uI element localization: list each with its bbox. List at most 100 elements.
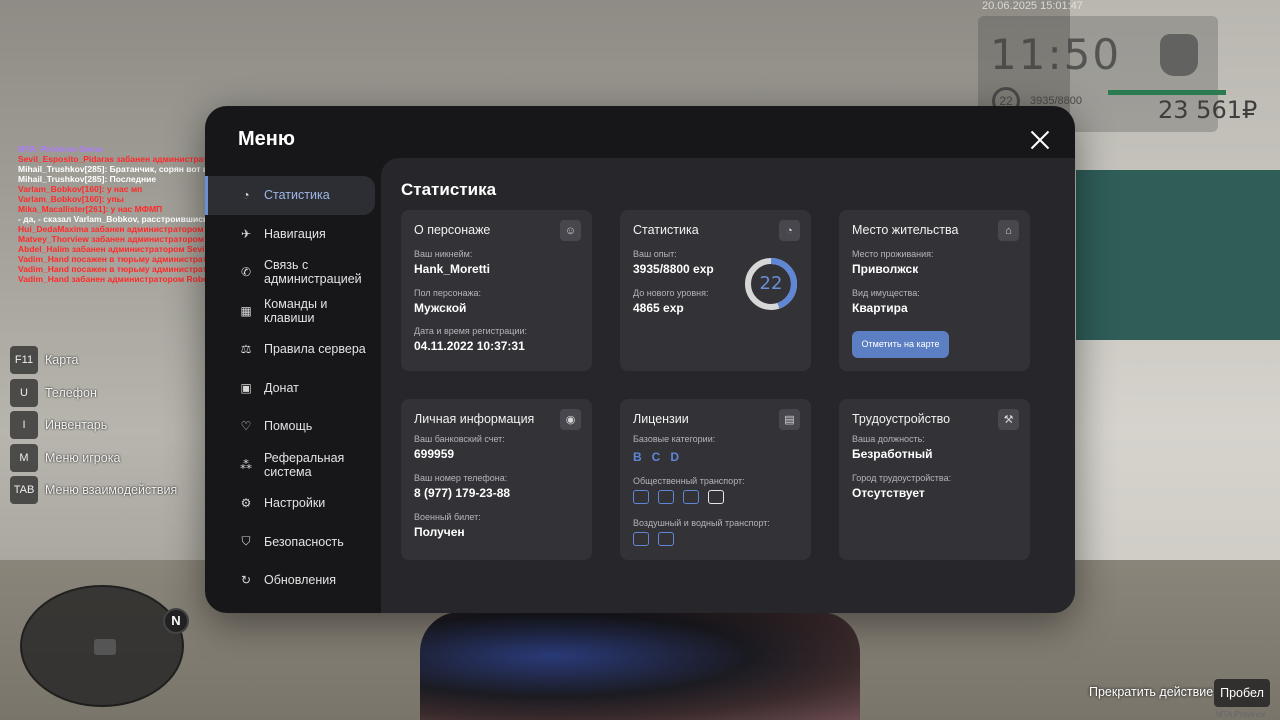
- field-value: 4865 exp: [633, 301, 684, 315]
- field-label: Пол персонажа:: [414, 288, 482, 298]
- hotkey-label: Телефон: [45, 385, 97, 400]
- field-exp: Ваш опыт: 3935/8800 exp: [633, 249, 714, 276]
- sidebar-item-referral[interactable]: ⁂ Реферальная система: [205, 446, 381, 485]
- refresh-icon: ↻: [240, 573, 252, 588]
- pie-chart-icon: ◔: [779, 220, 800, 241]
- category-d: D: [670, 450, 680, 464]
- field-value: 8 (977) 179-23-88: [414, 486, 511, 500]
- referral-icon: ⁂: [240, 457, 252, 472]
- sidebar-item-security[interactable]: ⛉ Безопасность: [205, 523, 381, 562]
- field-value: Hank_Moretti: [414, 262, 491, 276]
- space-key-button[interactable]: Пробел: [1214, 679, 1270, 707]
- field-base-categories: Базовые категории:: [633, 434, 715, 444]
- key-badge: F11: [10, 346, 38, 375]
- boat-icon: [658, 532, 674, 546]
- chat-icon: ✆: [240, 265, 252, 280]
- minimap: [20, 585, 184, 707]
- field-value: Получен: [414, 525, 465, 539]
- gear-icon: ⚙: [240, 496, 252, 511]
- compass-north-icon: N: [163, 608, 189, 634]
- key-badge: I: [10, 411, 38, 440]
- wallet-icon: ▣: [240, 380, 252, 395]
- close-button[interactable]: [1028, 128, 1052, 152]
- page-title: Статистика: [401, 180, 497, 199]
- sidebar-item-contact-admin[interactable]: ✆ Связь с администрацией: [205, 253, 381, 292]
- public-transport-icons: [633, 490, 724, 504]
- account-icon: ◉: [560, 409, 581, 430]
- watermark: MTA:Province: [1216, 710, 1266, 719]
- home-icon: ⌂: [998, 220, 1019, 241]
- sidebar-item-label: Статистика: [264, 188, 330, 203]
- sidebar-item-settings[interactable]: ⚙ Настройки: [205, 484, 381, 523]
- sidebar-item-commands[interactable]: ▦ Команды и клавиши: [205, 292, 381, 331]
- characters: [420, 612, 860, 720]
- field-public-transport: Общественный транспорт:: [633, 476, 745, 486]
- air-water-icons: [633, 532, 674, 546]
- teal-wall: [1076, 170, 1280, 340]
- hotkey-interaction-menu[interactable]: TAB Меню взаимодействия: [10, 474, 177, 507]
- scales-icon: ⚖: [240, 342, 252, 357]
- hud-datetime: 20.06.2025 15:01:47: [982, 0, 1083, 12]
- card-personal-info: Личная информация ◉ Ваш банковский счет:…: [401, 399, 592, 560]
- hotkey-inventory[interactable]: I Инвентарь: [10, 409, 177, 442]
- field-label: Ваша должность:: [852, 434, 925, 444]
- hotkey-phone[interactable]: U Телефон: [10, 377, 177, 410]
- fist-icon: [1160, 34, 1198, 76]
- field-place: Место проживания: Приволжск: [852, 249, 934, 276]
- field-label: Общественный транспорт:: [633, 476, 745, 486]
- card-character: О персонаже ☺ Ваш никнейм: Hank_Moretti …: [401, 210, 592, 371]
- sidebar-item-label: Настройки: [264, 496, 326, 511]
- field-value: 3935/8800 exp: [633, 262, 714, 276]
- handshake-icon: ♡: [240, 419, 252, 434]
- hotkey-map[interactable]: F11 Карта: [10, 344, 177, 377]
- field-value: Квартира: [852, 301, 908, 315]
- field-label: Военный билет:: [414, 512, 481, 522]
- category-c: C: [651, 450, 661, 464]
- sidebar-nav: ◔ Статистика ✈ Навигация ✆ Связь с админ…: [205, 176, 381, 600]
- field-nickname: Ваш никнейм: Hank_Moretti: [414, 249, 490, 276]
- health-bar: [1108, 90, 1226, 95]
- card-title: О персонаже: [414, 223, 491, 237]
- mark-on-map-button[interactable]: Отметить на карте: [852, 331, 949, 358]
- sidebar-item-updates[interactable]: ↻ Обновления: [205, 561, 381, 600]
- field-military: Военный билет: Получен: [414, 512, 481, 539]
- sidebar-item-help[interactable]: ♡ Помощь: [205, 407, 381, 446]
- field-job-city: Город трудоустройства: Отсутствует: [852, 473, 951, 500]
- card-title: Личная информация: [414, 412, 535, 426]
- metro-icon: [708, 490, 724, 504]
- hotkey-player-menu[interactable]: M Меню игрока: [10, 442, 177, 475]
- hotkey-label: Меню игрока: [45, 450, 121, 465]
- field-label: Ваш никнейм:: [414, 249, 473, 259]
- field-value: 04.11.2022 10:37:31: [414, 339, 525, 353]
- field-bank: Ваш банковский счет: 699959: [414, 434, 505, 461]
- field-job: Ваша должность: Безработный: [852, 434, 932, 461]
- key-badge: M: [10, 443, 38, 472]
- level-number: 22: [759, 273, 783, 294]
- field-value: Приволжск: [852, 262, 919, 276]
- sidebar-item-label: Донат: [264, 380, 299, 395]
- field-property: Вид имущества: Квартира: [852, 288, 920, 315]
- sidebar-item-donate[interactable]: ▣ Донат: [205, 369, 381, 408]
- sidebar-item-navigation[interactable]: ✈ Навигация: [205, 215, 381, 254]
- keyboard-icon: ▦: [240, 303, 252, 318]
- sidebar-item-label: Безопасность: [264, 534, 344, 549]
- category-b: B: [633, 450, 642, 464]
- hud-time: 11:50: [990, 30, 1122, 79]
- sidebar-item-label: Реферальная система: [264, 450, 345, 479]
- card-title: Лицензии: [633, 412, 689, 426]
- hotkey-label: Меню взаимодействия: [45, 483, 178, 498]
- sidebar-item-statistics[interactable]: ◔ Статистика: [205, 176, 375, 215]
- field-value: Мужской: [414, 301, 467, 315]
- user-icon: ☺: [560, 220, 581, 241]
- field-gender: Пол персонажа: Мужской: [414, 288, 481, 315]
- sidebar-item-rules[interactable]: ⚖ Правила сервера: [205, 330, 381, 369]
- field-value: 699959: [414, 447, 455, 461]
- plane-icon: [633, 532, 649, 546]
- key-badge: TAB: [10, 476, 38, 505]
- card-employment: Трудоустройство ⚒ Ваша должность: Безраб…: [839, 399, 1030, 560]
- main-menu: Меню ◔ Статистика ✈ Навигация ✆ Связь с …: [205, 106, 1075, 613]
- license-icon: ▤: [779, 409, 800, 430]
- card-licenses: Лицензии ▤ Базовые категории: B C D Обще…: [620, 399, 811, 560]
- license-categories: B C D: [633, 450, 679, 464]
- card-title: Трудоустройство: [852, 412, 951, 426]
